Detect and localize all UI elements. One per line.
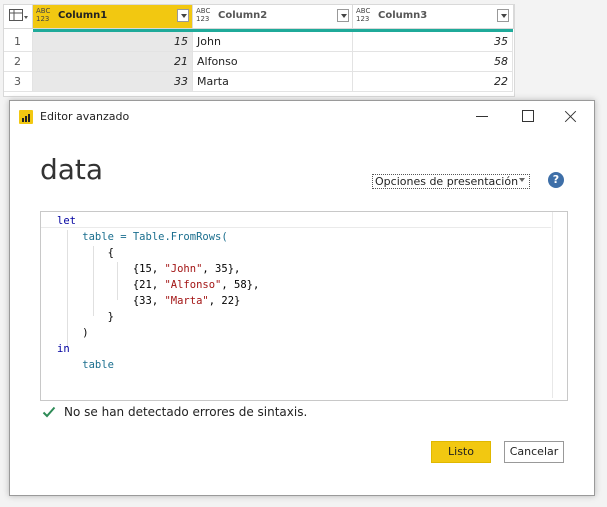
code-line: {21, "Alfonso", 58}, xyxy=(57,279,260,291)
code-line: {33, "Marta", 22} xyxy=(57,295,241,307)
code-line: } xyxy=(57,311,114,323)
type-icon-abc123: ABC 123 xyxy=(356,7,371,23)
code-text[interactable]: let table = Table.FromRows( { {15, "John… xyxy=(57,213,259,373)
chevron-down-icon xyxy=(519,178,525,182)
done-button[interactable]: Listo xyxy=(431,441,491,463)
filter-dropdown-icon[interactable] xyxy=(337,9,349,22)
row-number: 3 xyxy=(4,72,33,92)
table-cell[interactable]: Marta xyxy=(193,72,353,92)
table-cell[interactable]: 22 xyxy=(353,72,513,92)
table-row[interactable]: 1 15 John 35 xyxy=(4,32,514,52)
table-row[interactable]: 3 33 Marta 22 xyxy=(4,72,514,92)
type-icon-abc123: ABC 123 xyxy=(36,7,51,23)
type-icon-abc123: ABC 123 xyxy=(196,7,211,23)
column-name: Column3 xyxy=(378,10,428,21)
close-icon[interactable] xyxy=(561,107,581,127)
code-editor[interactable]: let table = Table.FromRows( { {15, "John… xyxy=(40,211,568,401)
table-cell[interactable]: Alfonso xyxy=(193,52,353,72)
data-preview-grid: ABC 123 Column1 ABC 123 Column2 ABC 123 Col… xyxy=(3,4,515,97)
code-line: {15, "John", 35}, xyxy=(57,263,241,275)
syntax-status-text: No se han detectado errores de sintaxis. xyxy=(64,405,308,419)
power-bi-logo-icon xyxy=(19,110,33,124)
table-row[interactable]: 2 21 Alfonso 58 xyxy=(4,52,514,72)
table-cell[interactable]: 15 xyxy=(33,32,193,52)
table-cell[interactable]: John xyxy=(193,32,353,52)
checkmark-icon xyxy=(42,406,56,418)
vertical-scrollbar[interactable] xyxy=(552,212,567,398)
table-cell[interactable]: 58 xyxy=(353,52,513,72)
minimize-icon[interactable] xyxy=(472,107,492,127)
title-bar[interactable]: Editor avanzado xyxy=(10,101,594,133)
filter-dropdown-icon[interactable] xyxy=(177,9,189,22)
table-icon xyxy=(9,9,28,21)
column-header-3[interactable]: ABC 123 Column3 xyxy=(353,5,514,29)
grid-header: ABC 123 Column1 ABC 123 Column2 ABC 123 Col… xyxy=(4,5,514,29)
filter-dropdown-icon[interactable] xyxy=(497,9,509,22)
code-line: let xyxy=(57,215,76,227)
query-name-heading: data xyxy=(40,153,104,186)
table-cell[interactable]: 21 xyxy=(33,52,193,72)
code-line: { xyxy=(57,247,114,259)
code-line: table xyxy=(57,359,114,371)
display-options-dropdown[interactable]: Opciones de presentación xyxy=(372,174,530,189)
column-name: Column1 xyxy=(58,10,108,21)
display-options-label: Opciones de presentación xyxy=(375,175,519,188)
table-cell[interactable]: 33 xyxy=(33,72,193,92)
cancel-button[interactable]: Cancelar xyxy=(504,441,564,463)
column-header-2[interactable]: ABC 123 Column2 xyxy=(193,5,353,29)
advanced-editor-dialog: Editor avanzado data Opciones de present… xyxy=(9,100,595,496)
code-line: in xyxy=(57,343,70,355)
column-name: Column2 xyxy=(218,10,268,21)
row-number: 2 xyxy=(4,52,33,72)
table-menu-button[interactable] xyxy=(4,5,33,29)
code-line: ) xyxy=(57,327,89,339)
dialog-title: Editor avanzado xyxy=(40,110,130,123)
row-number: 1 xyxy=(4,32,33,52)
table-cell[interactable]: 35 xyxy=(353,32,513,52)
code-line: table = Table.FromRows( xyxy=(57,231,228,243)
maximize-icon[interactable] xyxy=(518,107,538,127)
help-icon[interactable]: ? xyxy=(548,172,564,188)
column-header-1[interactable]: ABC 123 Column1 xyxy=(33,5,193,29)
